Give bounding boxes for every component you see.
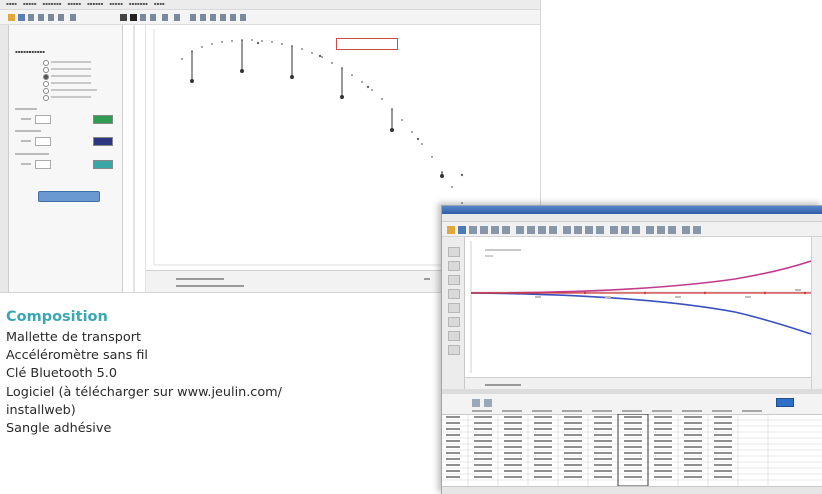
option-radio-selected[interactable] bbox=[43, 74, 49, 80]
composition-item: Accéléromètre sans fil bbox=[6, 348, 148, 364]
composition-heading: Composition bbox=[6, 309, 108, 325]
view-toggle-button[interactable] bbox=[776, 398, 794, 407]
axis-label bbox=[485, 255, 493, 257]
table-tool-icon bbox=[472, 399, 480, 407]
option-label bbox=[51, 96, 91, 98]
section-label bbox=[15, 108, 37, 110]
composition-list: Mallette de transport Accéléromètre sans… bbox=[6, 329, 426, 438]
open-icon bbox=[8, 14, 15, 21]
status-readout bbox=[176, 285, 244, 287]
composition-item: installweb) bbox=[6, 402, 76, 418]
option-radio[interactable] bbox=[43, 60, 49, 66]
acceleration-vectors bbox=[190, 40, 444, 178]
model-icon bbox=[230, 14, 236, 21]
option-radio[interactable] bbox=[43, 81, 49, 87]
curves-chart bbox=[470, 241, 812, 373]
option-label bbox=[51, 61, 91, 63]
tool-icon[interactable] bbox=[448, 303, 460, 313]
left-tool-strip bbox=[442, 237, 465, 389]
color-swatch-green[interactable] bbox=[93, 115, 113, 124]
save-icon bbox=[18, 14, 25, 21]
size-input[interactable] bbox=[35, 160, 51, 169]
grid-icon bbox=[190, 14, 196, 21]
status-indicator bbox=[424, 278, 430, 280]
composition-item: Mallette de transport bbox=[6, 330, 142, 345]
column-headers bbox=[472, 410, 762, 412]
curves-plot[interactable] bbox=[465, 237, 812, 377]
toolbar bbox=[442, 222, 822, 237]
field-label bbox=[21, 140, 31, 142]
composition-item: Logiciel (à télécharger sur www.jeulin.c… bbox=[6, 384, 282, 400]
color-swatch-teal[interactable] bbox=[93, 160, 113, 169]
menu-items[interactable]: ▪▪▪▪ ▪▪▪▪▪ ▪▪▪▪▪▪▪ ▪▪▪▪▪ ▪▪▪▪▪▪ ▪▪▪▪▪ ▪▪▪▪▪▪▪ ▪… bbox=[6, 1, 171, 6]
tool-icon[interactable] bbox=[448, 331, 460, 341]
tool-icon[interactable] bbox=[448, 345, 460, 355]
field-label bbox=[21, 118, 31, 120]
curve-label bbox=[485, 249, 521, 251]
option-radio[interactable] bbox=[43, 95, 49, 101]
curve-pink bbox=[470, 260, 812, 294]
marker-icon bbox=[162, 14, 168, 21]
trajectory-points bbox=[181, 39, 473, 221]
composition-item: Sangle adhésive bbox=[6, 421, 112, 437]
tool-icon[interactable] bbox=[448, 317, 460, 327]
measure-icon bbox=[174, 14, 180, 21]
option-radio[interactable] bbox=[43, 88, 49, 94]
print-icon bbox=[28, 14, 34, 21]
redo-icon bbox=[70, 14, 76, 21]
table-grid bbox=[442, 413, 822, 487]
option-label bbox=[51, 82, 91, 84]
axis-icon bbox=[200, 14, 206, 21]
pan-icon bbox=[150, 14, 156, 21]
size-input[interactable] bbox=[35, 137, 51, 146]
table-toolbar bbox=[442, 394, 822, 415]
vertical-axis-gutter bbox=[123, 25, 146, 292]
apply-button[interactable] bbox=[38, 191, 100, 202]
option-radio[interactable] bbox=[43, 67, 49, 73]
status-readout bbox=[176, 278, 224, 280]
table-cells bbox=[446, 416, 732, 478]
curve-icon bbox=[220, 14, 226, 21]
table-tool-icon bbox=[484, 399, 492, 407]
tool-icon[interactable] bbox=[448, 261, 460, 271]
select-icon bbox=[130, 14, 137, 21]
left-tab-strip[interactable] bbox=[0, 25, 9, 292]
paste-icon bbox=[48, 14, 54, 21]
table-icon bbox=[210, 14, 216, 21]
zoom-icon bbox=[140, 14, 146, 21]
panel-heading: ▪▪▪▪▪▪▪▪▪▪▪ bbox=[15, 49, 45, 54]
section-label bbox=[15, 130, 41, 132]
tool-icon[interactable] bbox=[448, 289, 460, 299]
toolbar bbox=[0, 10, 540, 25]
section-label bbox=[15, 153, 49, 155]
menu-bar: ▪▪▪▪ ▪▪▪▪▪ ▪▪▪▪▪▪▪ ▪▪▪▪▪ ▪▪▪▪▪▪ ▪▪▪▪▪ ▪▪▪▪▪▪▪ ▪… bbox=[0, 0, 540, 10]
data-table[interactable] bbox=[442, 413, 822, 487]
composition-section: Composition Mallette de transport Accélé… bbox=[6, 308, 426, 438]
menu-bar[interactable] bbox=[442, 214, 822, 227]
undo-icon bbox=[58, 14, 64, 21]
option-label bbox=[51, 68, 91, 70]
field-label bbox=[21, 163, 31, 165]
option-label bbox=[51, 75, 91, 77]
tool-icon[interactable] bbox=[448, 247, 460, 257]
option-label bbox=[51, 89, 97, 91]
legend-annotation-box[interactable] bbox=[336, 38, 398, 50]
tool-icon[interactable] bbox=[448, 275, 460, 285]
color-swatch-navy[interactable] bbox=[93, 137, 113, 146]
export-icon bbox=[240, 14, 246, 21]
software-screenshot-curves-table bbox=[441, 205, 822, 494]
window-title-bar bbox=[442, 206, 822, 220]
size-input[interactable] bbox=[35, 115, 51, 124]
copy-icon bbox=[38, 14, 44, 21]
toolbar-icons[interactable] bbox=[0, 11, 540, 25]
curve-blue bbox=[470, 292, 812, 335]
vertical-scrollbar[interactable] bbox=[811, 237, 822, 389]
composition-item: Clé Bluetooth 5.0 bbox=[6, 366, 117, 382]
options-panel: ▪▪▪▪▪▪▪▪▪▪▪ bbox=[9, 25, 123, 292]
cursor-icon bbox=[120, 14, 127, 21]
toolbar-icons[interactable] bbox=[442, 223, 822, 237]
